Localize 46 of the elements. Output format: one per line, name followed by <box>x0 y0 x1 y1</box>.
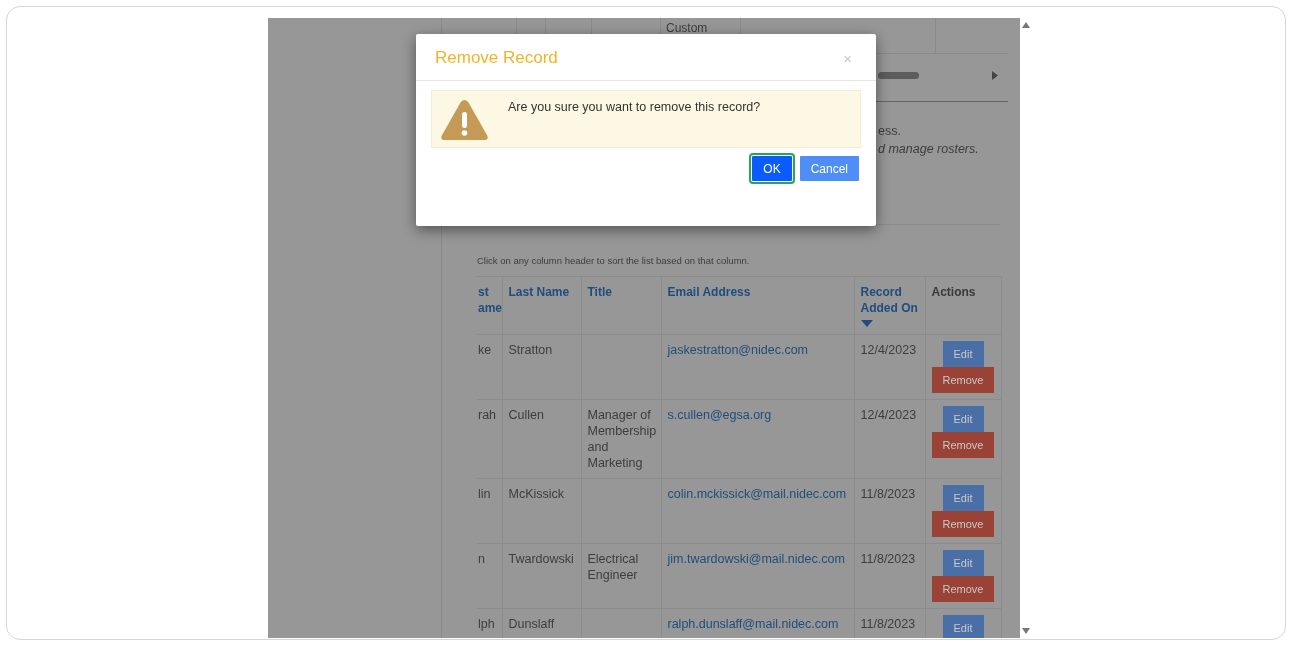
date-cell: 11/8/2023 <box>860 487 916 501</box>
title-cell: Electrical Engineer <box>587 552 639 582</box>
edit-button[interactable]: Edit <box>942 341 984 367</box>
column-header: Actions <box>931 284 977 300</box>
remove-button[interactable]: Remove <box>932 576 994 602</box>
email-link[interactable]: s.cullen@egsa.org <box>667 408 772 422</box>
intro-text: ess. <box>878 123 902 140</box>
remove-button[interactable]: Remove <box>932 511 994 537</box>
cancel-button[interactable]: Cancel <box>799 156 859 181</box>
confirm-message: Are you sure you want to remove this record? <box>508 100 761 114</box>
email-link[interactable]: jaskestratton@nidec.com <box>667 343 809 357</box>
scroll-up-icon[interactable] <box>1022 22 1030 28</box>
last-name-cell: Twardowski <box>508 552 574 566</box>
ok-button[interactable]: OK <box>752 156 792 181</box>
edit-button[interactable]: Edit <box>942 615 984 638</box>
first-name-cell: n <box>478 552 485 566</box>
sort-descending-icon[interactable] <box>860 320 873 327</box>
date-cell: 12/4/2023 <box>860 408 917 422</box>
first-name-cell: ke <box>478 343 492 357</box>
warning-icon <box>440 98 489 142</box>
remove-button[interactable]: Remove <box>932 432 994 458</box>
first-name-cell: rah <box>478 408 497 422</box>
date-cell: 11/8/2023 <box>860 552 916 566</box>
scroll-right-icon[interactable] <box>992 71 998 80</box>
date-cell: 12/4/2023 <box>860 343 917 357</box>
last-name-cell: Cullen <box>508 408 544 422</box>
last-name-cell: Dunslaff <box>508 617 555 631</box>
scrollbar-thumb[interactable] <box>878 72 919 79</box>
email-link[interactable]: jim.twardowski@mail.nidec.com <box>667 552 845 566</box>
edit-button[interactable]: Edit <box>942 485 984 511</box>
edit-button[interactable]: Edit <box>942 406 984 432</box>
close-button[interactable]: × <box>837 49 858 67</box>
first-name-cell: lph <box>478 617 495 631</box>
last-name-cell: McKissick <box>508 487 565 501</box>
scroll-down-icon[interactable] <box>1022 628 1030 634</box>
remove-button[interactable]: Remove <box>932 367 994 393</box>
last-name-cell: Stratton <box>508 343 553 357</box>
intro-text: d manage rosters. <box>878 141 980 158</box>
edit-button[interactable]: Edit <box>942 550 984 576</box>
table-cell-text: Custom <box>665 21 709 35</box>
email-link[interactable]: colin.mckissick@mail.nidec.com <box>667 487 847 501</box>
modal-title: Remove Record <box>435 48 558 68</box>
sort-hint: Click on any column header to sort the list based on that column. <box>477 255 751 266</box>
date-cell: 11/8/2023 <box>860 617 916 631</box>
first-name-cell: lin <box>478 487 491 501</box>
title-cell: Manager of Membership and Marketing <box>587 408 657 470</box>
